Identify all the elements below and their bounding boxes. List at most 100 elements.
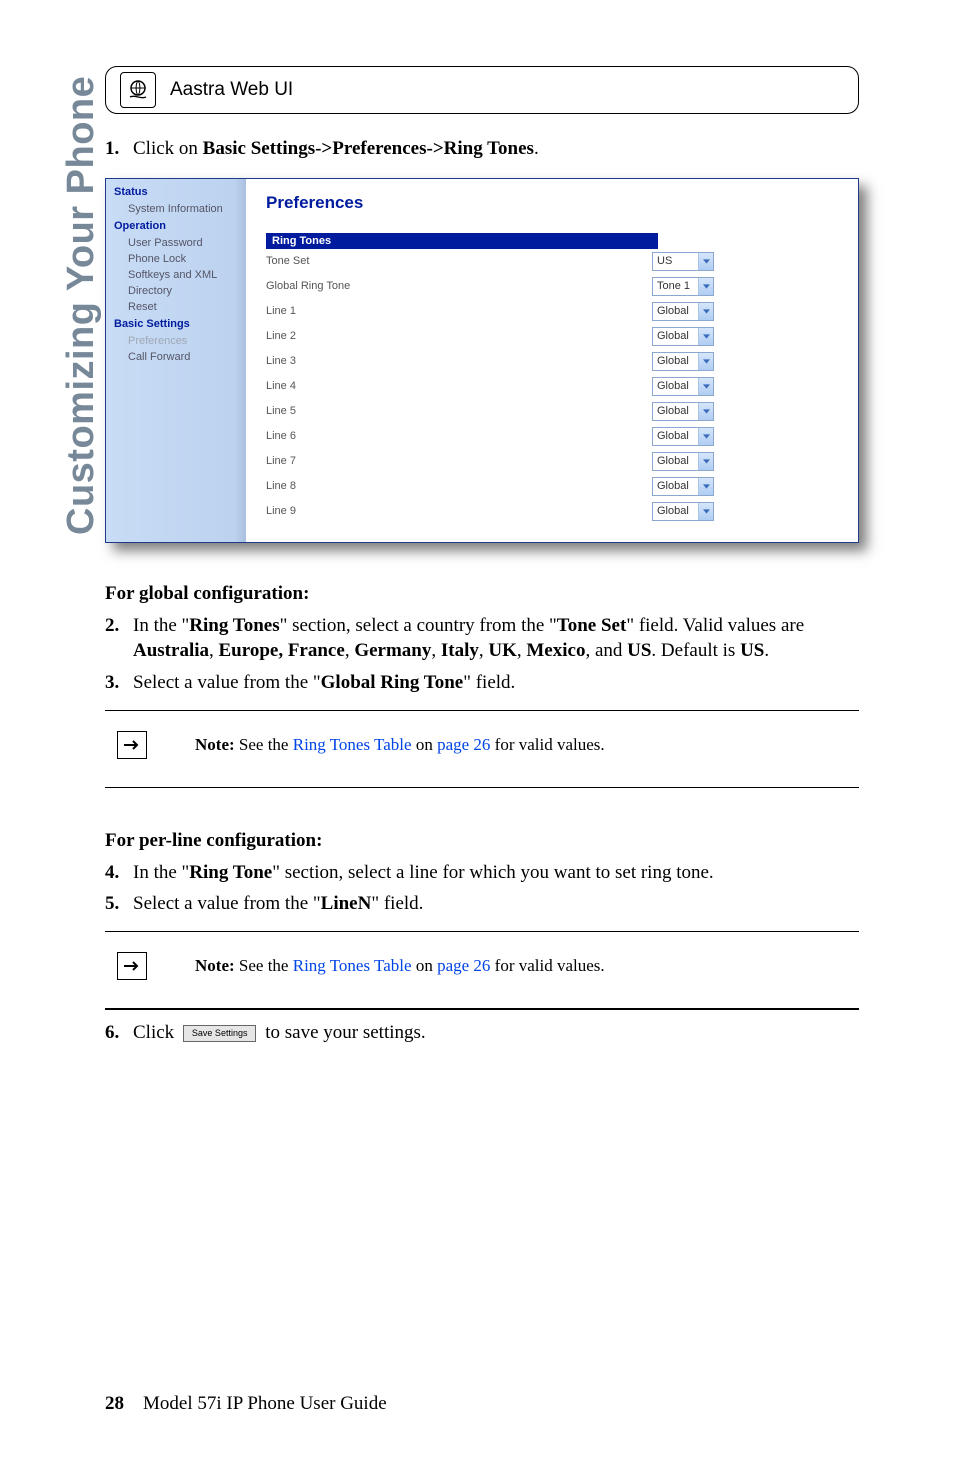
t: In the " — [133, 862, 189, 883]
t: See the — [235, 956, 293, 975]
preferences-screenshot: Status System Information Operation User… — [105, 178, 859, 543]
nav-reset[interactable]: Reset — [106, 299, 246, 315]
t: . — [511, 672, 516, 693]
note-block-2: Note: See the Ring Tones Table on page 2… — [105, 932, 859, 1008]
global-ring-select[interactable]: Tone 1 — [652, 277, 714, 296]
line-select[interactable]: Global — [652, 502, 714, 521]
web-ui-label: Aastra Web UI — [170, 79, 293, 101]
step-2: 2. In the "Ring Tones" section, select a… — [105, 613, 859, 664]
chevron-down-icon — [698, 403, 713, 420]
line-label: Line 2 — [266, 330, 652, 342]
t: Ring Tone — [189, 862, 272, 883]
line-value: Global — [653, 478, 698, 495]
chevron-down-icon — [698, 378, 713, 395]
global-ring-row: Global Ring Tone Tone 1 — [266, 274, 840, 299]
nav-directory[interactable]: Directory — [106, 283, 246, 299]
page-number: 28 — [105, 1393, 124, 1414]
t: . Default is — [651, 640, 740, 661]
t: " field. Valid values are — [626, 615, 804, 636]
chevron-down-icon — [698, 478, 713, 495]
line-row: Line 4Global — [266, 374, 840, 399]
global-config-heading: For global configuration: — [105, 583, 859, 605]
t: Global Ring Tone — [321, 672, 464, 693]
line-select[interactable]: Global — [652, 377, 714, 396]
line-label: Line 3 — [266, 355, 652, 367]
line-row: Line 3Global — [266, 349, 840, 374]
t: " section, select a country from the " — [280, 615, 557, 636]
chevron-down-icon — [698, 253, 713, 270]
line-select[interactable]: Global — [652, 327, 714, 346]
t: " field — [463, 672, 510, 693]
step-3: 3. Select a value from the "Global Ring … — [105, 670, 859, 696]
t: Select a value from the " — [133, 672, 321, 693]
t: , and — [585, 640, 627, 661]
nav-softkeys-xml[interactable]: Softkeys and XML — [106, 267, 246, 283]
nav-user-password[interactable]: User Password — [106, 235, 246, 251]
nav-basic-settings[interactable]: Basic Settings — [106, 315, 246, 333]
t: on — [412, 956, 438, 975]
line-label: Line 6 — [266, 430, 652, 442]
arrow-right-icon — [117, 952, 147, 980]
page-26-link[interactable]: page 26 — [437, 956, 490, 975]
nav-pane: Status System Information Operation User… — [106, 179, 246, 542]
line-value: Global — [653, 378, 698, 395]
t: Click — [133, 1022, 179, 1043]
nav-system-info[interactable]: System Information — [106, 201, 246, 217]
line-value: Global — [653, 503, 698, 520]
note-block-1: Note: See the Ring Tones Table on page 2… — [105, 711, 859, 787]
note-label: Note: — [195, 735, 235, 754]
tone-set-row: Tone Set US — [266, 249, 840, 274]
t: on — [412, 735, 438, 754]
line-select[interactable]: Global — [652, 302, 714, 321]
line-label: Line 9 — [266, 505, 652, 517]
t: . — [419, 893, 424, 914]
tone-set-select[interactable]: US — [652, 252, 714, 271]
ring-tones-table-link[interactable]: Ring Tones Table — [293, 956, 412, 975]
line-row: Line 2Global — [266, 324, 840, 349]
web-ui-header: Aastra Web UI — [105, 66, 859, 114]
t: for valid values. — [490, 956, 604, 975]
note-label: Note: — [195, 956, 235, 975]
t: Tone Set — [557, 615, 627, 636]
step-4: 4. In the "Ring Tone" section, select a … — [105, 860, 859, 886]
period: . — [534, 138, 539, 159]
line-row: Line 7Global — [266, 449, 840, 474]
line-value: Global — [653, 353, 698, 370]
nav-operation[interactable]: Operation — [106, 217, 246, 235]
line-label: Line 8 — [266, 480, 652, 492]
globe-hand-icon — [120, 72, 156, 108]
t: , — [209, 640, 219, 661]
global-ring-label: Global Ring Tone — [266, 280, 652, 292]
step-5: 5. Select a value from the "LineN" field… — [105, 891, 859, 917]
step-1: 1. Click on Basic Settings->Preferences-… — [105, 136, 859, 162]
line-select[interactable]: Global — [652, 352, 714, 371]
line-select[interactable]: Global — [652, 427, 714, 446]
footer-text: Model 57i IP Phone User Guide — [143, 1393, 387, 1414]
ring-tones-table-link[interactable]: Ring Tones Table — [293, 735, 412, 754]
nav-phone-lock[interactable]: Phone Lock — [106, 251, 246, 267]
nav-status[interactable]: Status — [106, 183, 246, 201]
line-select[interactable]: Global — [652, 452, 714, 471]
chevron-down-icon — [698, 453, 713, 470]
divider — [105, 1008, 859, 1010]
t: Australia — [133, 640, 209, 661]
page-26-link[interactable]: page 26 — [437, 735, 490, 754]
line-value: Global — [653, 403, 698, 420]
nav-preferences[interactable]: Preferences — [106, 333, 246, 349]
nav-call-forward[interactable]: Call Forward — [106, 349, 246, 365]
t: Mexico — [526, 640, 585, 661]
line-row: Line 5Global — [266, 399, 840, 424]
t: , — [517, 640, 527, 661]
save-settings-button[interactable]: Save Settings — [183, 1025, 257, 1041]
tone-set-label: Tone Set — [266, 255, 652, 267]
ring-tones-section-bar: Ring Tones — [266, 233, 658, 249]
tone-set-value: US — [653, 253, 698, 270]
step-number: 5. — [105, 891, 133, 917]
t: Ring Tones — [189, 615, 279, 636]
line-label: Line 1 — [266, 305, 652, 317]
line-value: Global — [653, 453, 698, 470]
line-select[interactable]: Global — [652, 402, 714, 421]
line-select[interactable]: Global — [652, 477, 714, 496]
line-label: Line 4 — [266, 380, 652, 392]
chevron-down-icon — [698, 353, 713, 370]
